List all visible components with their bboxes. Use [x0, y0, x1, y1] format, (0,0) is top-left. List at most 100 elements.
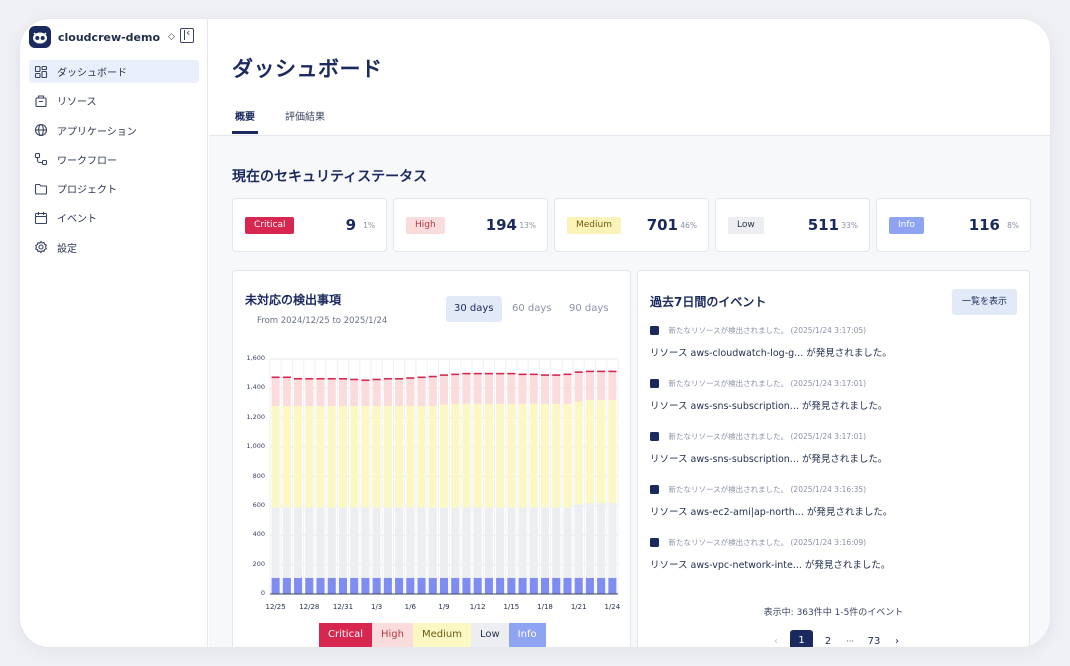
bar-segment-info[interactable]	[395, 577, 404, 594]
bar-segment-critical[interactable]	[439, 374, 449, 376]
bar-segment-critical[interactable]	[563, 373, 572, 376]
bar-segment-high[interactable]	[327, 379, 336, 406]
bar-segment-critical[interactable]	[361, 379, 370, 382]
bar-segment-medium[interactable]	[462, 403, 471, 508]
sidebar-item-workflows[interactable]: ワークフロー	[29, 148, 199, 171]
bar-segment-low[interactable]	[529, 507, 538, 578]
next-page-icon[interactable]: ›	[891, 636, 903, 647]
event-item[interactable]: 新たなリソースが検出されました。 (2025/1/24 3:17:01) リソー…	[650, 431, 1010, 465]
bar-segment-medium[interactable]	[439, 404, 449, 508]
bar-segment-high[interactable]	[563, 375, 572, 404]
bar-segment-info[interactable]	[361, 577, 370, 594]
bar-segment-critical[interactable]	[338, 377, 348, 380]
bar-segment-info[interactable]	[406, 577, 415, 594]
bar-segment-critical[interactable]	[574, 371, 583, 373]
bar-segment-critical[interactable]	[305, 377, 314, 380]
bar-segment-info[interactable]	[608, 577, 617, 594]
bar-segment-low[interactable]	[574, 504, 583, 578]
bar-segment-high[interactable]	[496, 374, 505, 404]
bar-segment-info[interactable]	[383, 577, 392, 594]
severity-card-medium[interactable]: Medium 701 46%	[554, 198, 709, 252]
bar-segment-medium[interactable]	[529, 403, 538, 508]
bar-segment-critical[interactable]	[462, 372, 471, 375]
bar-segment-info[interactable]	[496, 577, 505, 594]
sidebar-item-projects[interactable]: プロジェクト	[29, 177, 199, 200]
bar-segment-info[interactable]	[518, 577, 527, 594]
bar-segment-low[interactable]	[271, 507, 280, 578]
bar-segment-low[interactable]	[563, 507, 572, 578]
bar-segment-medium[interactable]	[563, 403, 572, 508]
page-last[interactable]: 73	[865, 636, 883, 647]
bar-segment-medium[interactable]	[574, 401, 583, 505]
bar-segment-critical[interactable]	[417, 376, 426, 379]
bar-segment-high[interactable]	[473, 374, 482, 404]
legend-high[interactable]: High	[371, 623, 413, 647]
bar-segment-low[interactable]	[597, 502, 606, 578]
bar-segment-high[interactable]	[597, 372, 606, 401]
sidebar-item-dashboard[interactable]: ダッシュボード	[29, 60, 199, 83]
bar-segment-medium[interactable]	[484, 403, 493, 508]
bar-segment-low[interactable]	[428, 507, 437, 578]
bar-segment-low[interactable]	[395, 507, 404, 578]
bar-segment-info[interactable]	[327, 577, 336, 594]
bar-segment-info[interactable]	[350, 577, 359, 594]
bar-segment-medium[interactable]	[305, 406, 314, 508]
bar-segment-low[interactable]	[406, 507, 415, 578]
bar-segment-critical[interactable]	[585, 370, 594, 373]
bar-segment-low[interactable]	[383, 507, 392, 578]
bar-segment-low[interactable]	[338, 507, 348, 578]
bar-segment-high[interactable]	[585, 372, 594, 401]
bar-segment-high[interactable]	[406, 378, 415, 406]
bar-segment-critical[interactable]	[473, 372, 482, 375]
bar-segment-medium[interactable]	[473, 403, 482, 508]
bar-segment-medium[interactable]	[361, 406, 370, 508]
bar-segment-high[interactable]	[439, 375, 449, 405]
bar-segment-info[interactable]	[294, 577, 303, 594]
bar-segment-critical[interactable]	[316, 377, 325, 380]
bar-segment-info[interactable]	[585, 577, 594, 594]
bar-segment-info[interactable]	[451, 577, 460, 594]
bar-segment-low[interactable]	[473, 507, 482, 578]
chevron-up-down-icon[interactable]: ◇	[168, 32, 175, 42]
severity-card-low[interactable]: Low 511 33%	[715, 198, 870, 252]
bar-segment-info[interactable]	[563, 577, 572, 594]
event-item[interactable]: 新たなリソースが検出されました。 (2025/1/24 3:17:05) リソー…	[650, 325, 1010, 359]
bar-segment-info[interactable]	[282, 577, 291, 594]
bar-segment-low[interactable]	[496, 507, 505, 578]
tab-evaluation-results[interactable]: 評価結果	[285, 108, 325, 123]
bar-segment-high[interactable]	[574, 372, 583, 402]
bar-segment-critical[interactable]	[372, 378, 381, 381]
bar-segment-low[interactable]	[282, 507, 291, 578]
bar-segment-medium[interactable]	[552, 403, 561, 508]
bar-segment-medium[interactable]	[585, 400, 594, 503]
bar-segment-critical[interactable]	[271, 376, 280, 379]
legend-info[interactable]: Info	[508, 623, 546, 647]
severity-card-critical[interactable]: Critical 9 1%	[232, 198, 387, 252]
bar-segment-low[interactable]	[518, 507, 527, 578]
severity-card-info[interactable]: Info 116 8%	[876, 198, 1031, 252]
bar-segment-info[interactable]	[338, 577, 348, 594]
bar-segment-critical[interactable]	[327, 377, 336, 380]
bar-segment-low[interactable]	[327, 507, 336, 578]
bar-segment-low[interactable]	[451, 507, 460, 578]
bar-segment-critical[interactable]	[395, 377, 404, 380]
severity-card-high[interactable]: High 194 13%	[393, 198, 548, 252]
bar-segment-critical[interactable]	[383, 377, 392, 380]
bar-segment-medium[interactable]	[507, 403, 516, 508]
bar-segment-high[interactable]	[462, 374, 471, 404]
sidebar-item-events[interactable]: イベント	[29, 206, 199, 229]
event-item[interactable]: 新たなリソースが検出されました。 (2025/1/24 3:16:35) リソー…	[650, 484, 1010, 518]
bar-segment-high[interactable]	[608, 372, 617, 401]
bar-segment-medium[interactable]	[338, 406, 348, 508]
bar-segment-medium[interactable]	[608, 400, 617, 503]
bar-segment-low[interactable]	[350, 507, 359, 578]
bar-segment-info[interactable]	[529, 577, 538, 594]
bar-segment-medium[interactable]	[451, 403, 460, 508]
bar-segment-low[interactable]	[305, 507, 314, 578]
bar-segment-critical[interactable]	[518, 373, 527, 376]
bar-segment-medium[interactable]	[428, 406, 437, 508]
bar-segment-critical[interactable]	[406, 377, 415, 379]
bar-segment-critical[interactable]	[552, 374, 561, 376]
bar-segment-high[interactable]	[294, 379, 303, 406]
bar-segment-medium[interactable]	[518, 403, 527, 508]
